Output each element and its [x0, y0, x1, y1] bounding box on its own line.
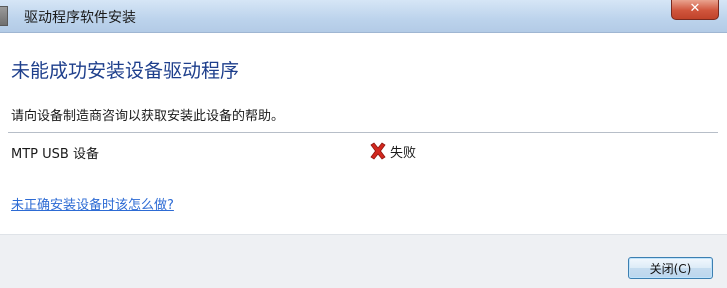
red-x-icon — [370, 142, 386, 160]
dialog-content: 未能成功安装设备驱动程序 请向设备制造商咨询以获取安装此设备的帮助。 MTP U… — [0, 33, 727, 234]
window-icon — [0, 6, 8, 26]
help-link[interactable]: 未正确安装设备时该怎么做? — [11, 194, 174, 213]
title-bar: 驱动程序软件安装 ✕ — [0, 0, 727, 33]
separator — [8, 132, 718, 133]
window-close-button[interactable]: ✕ — [671, 0, 719, 20]
status-text: 失败 — [390, 145, 417, 161]
window-title: 驱动程序软件安装 — [24, 10, 136, 26]
close-button[interactable]: 关闭(C) — [628, 257, 713, 279]
close-icon: ✕ — [689, 1, 701, 16]
dialog-footer: 关闭(C) — [0, 234, 727, 288]
device-status: 失败 — [368, 140, 416, 162]
page-title: 未能成功安装设备驱动程序 — [11, 60, 240, 82]
instruction-text: 请向设备制造商咨询以获取安装此设备的帮助。 — [11, 109, 285, 124]
device-name: MTP USB 设备 — [11, 147, 99, 162]
